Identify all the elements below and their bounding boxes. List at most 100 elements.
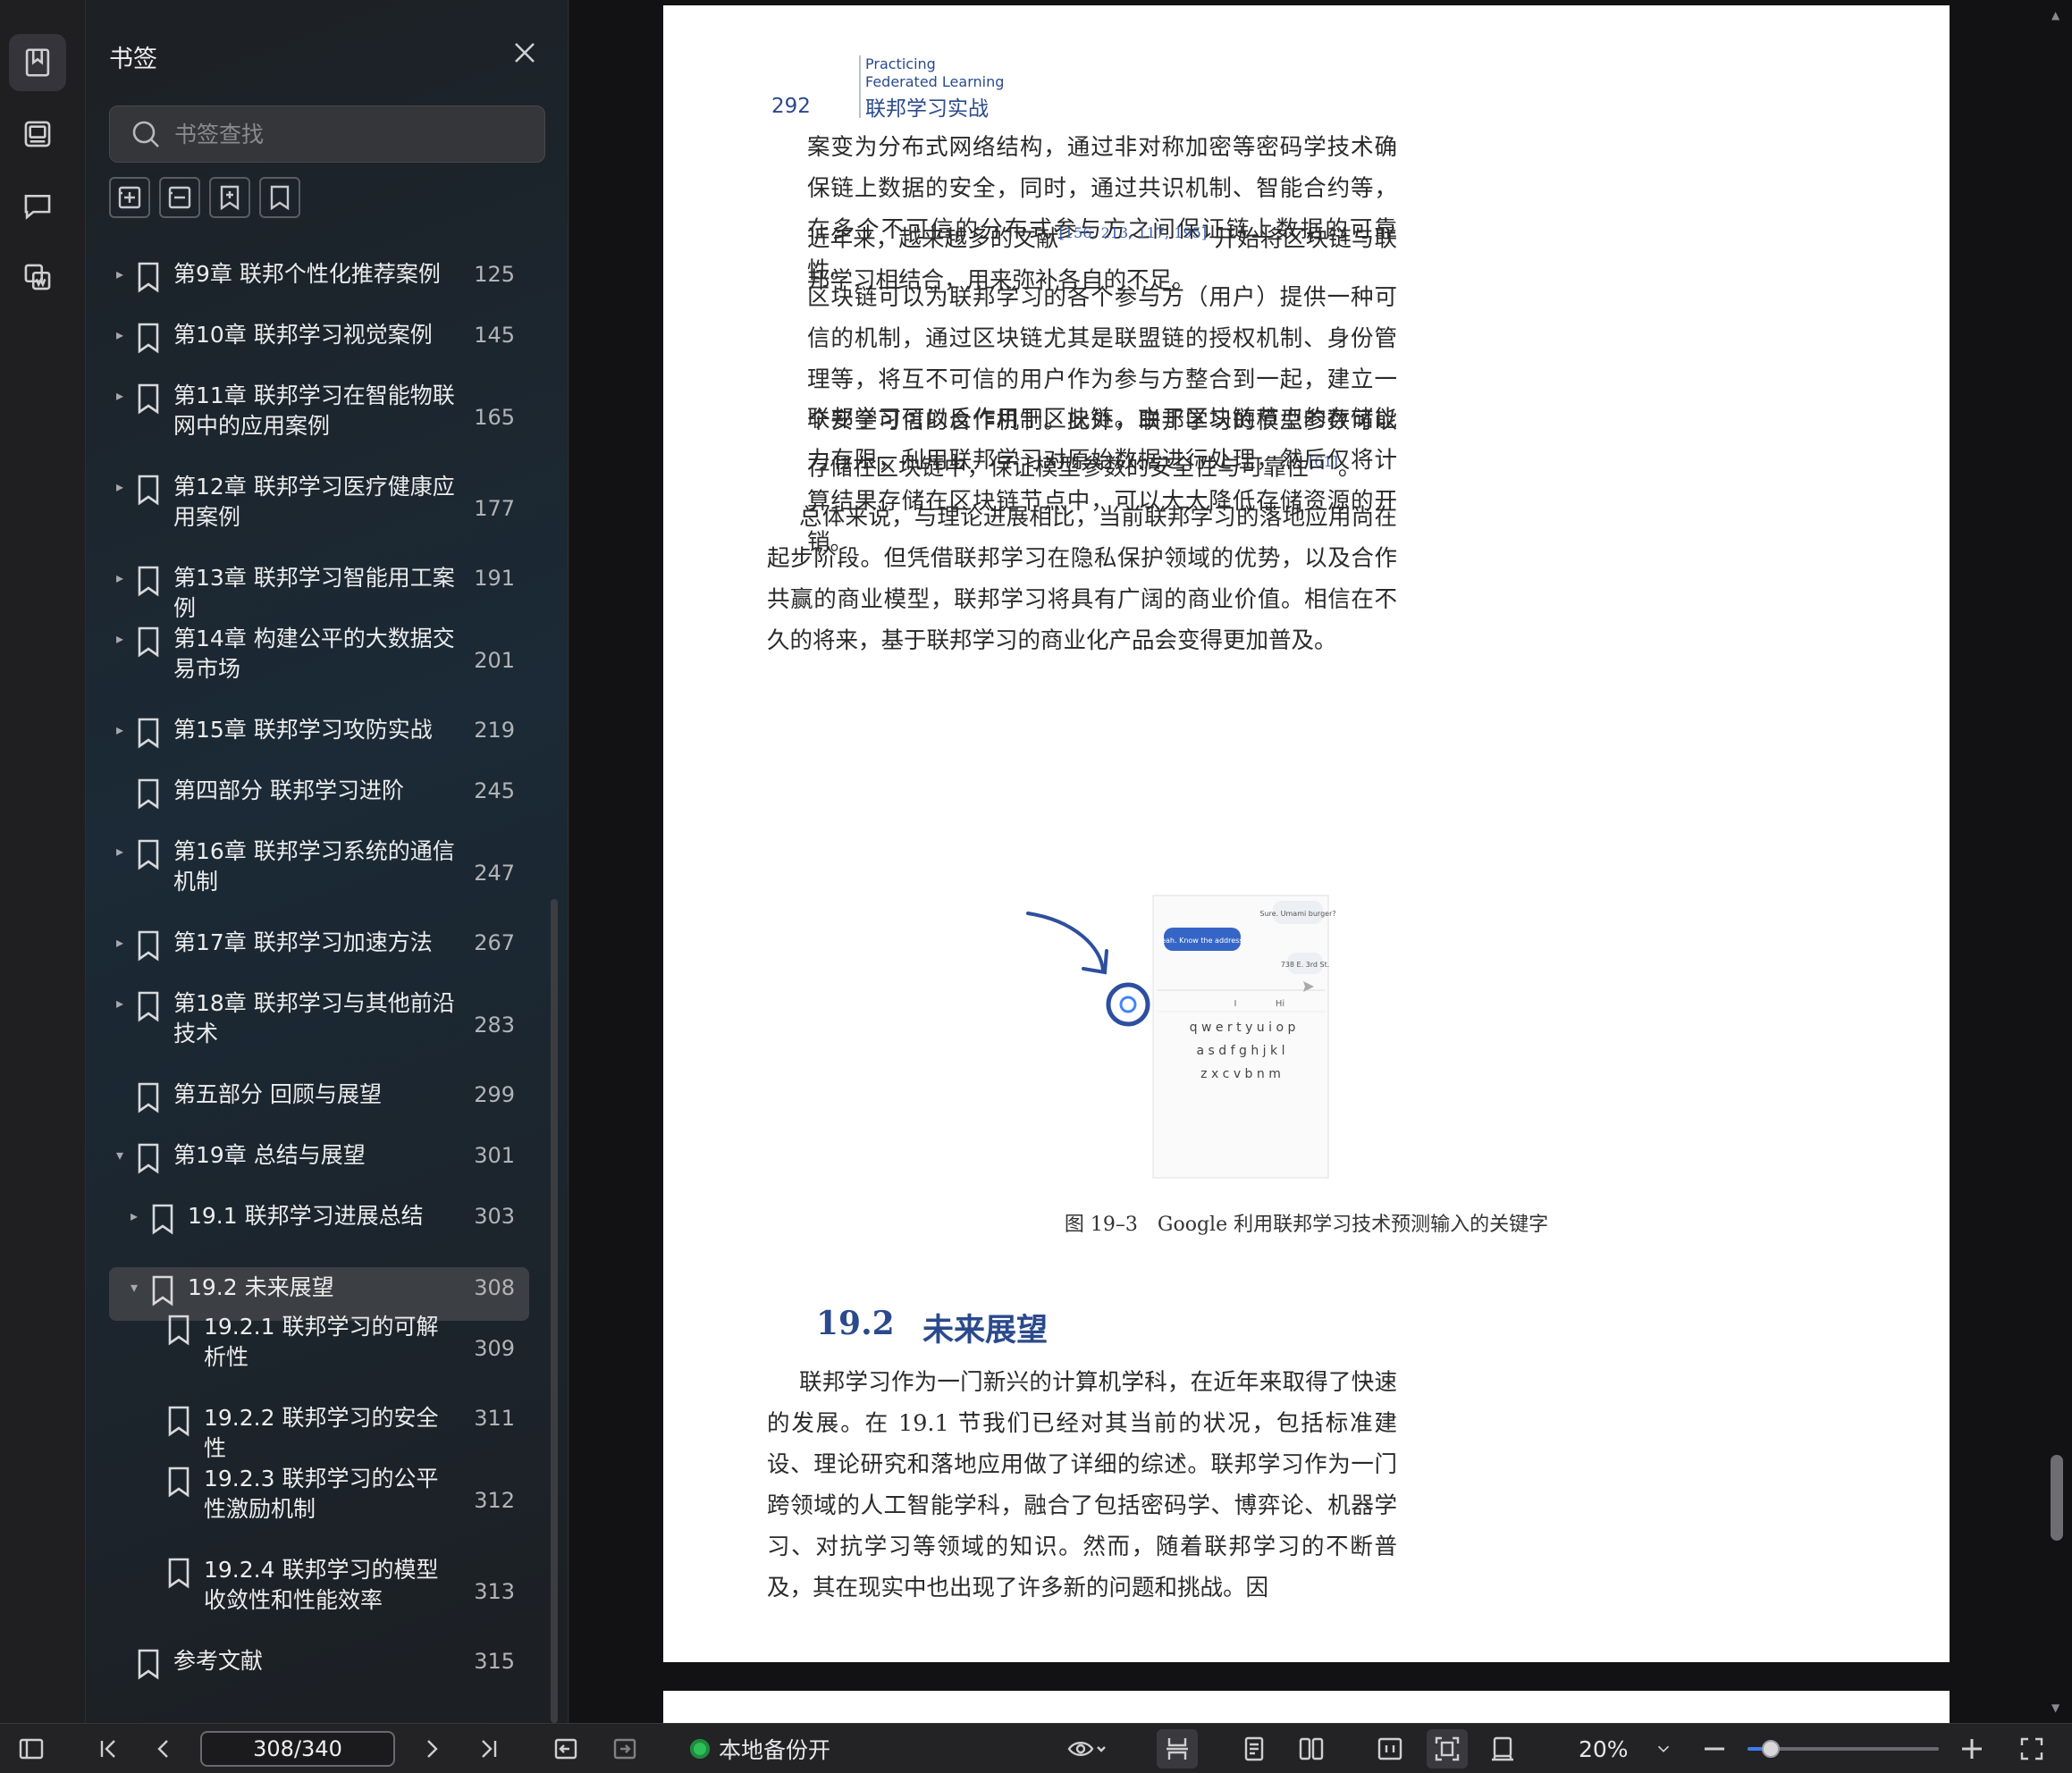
bookmark-panel: 书签 ▸ 第9章 联邦个性化推荐案例 125 ▸ 第10章 联邦学习视觉案例 145 ▸ 第1… bbox=[86, 0, 569, 1723]
expand-toggle-icon[interactable]: ▸ bbox=[109, 836, 131, 867]
bookmark-item[interactable]: ▸ 第18章 联邦学习与其他前沿技术 283 bbox=[109, 988, 529, 1080]
zoom-level[interactable]: 20% bbox=[1579, 1724, 1629, 1773]
bookmark-item[interactable]: 19.2.1 联邦学习的可解析性 309 bbox=[109, 1312, 529, 1403]
bookmark-item[interactable]: ▸ 第13章 联邦学习智能用工案例 191 bbox=[109, 563, 529, 624]
chat-bubble-text: 738 E. 3rd St. bbox=[1281, 961, 1330, 969]
last-page-button[interactable] bbox=[470, 1724, 508, 1773]
expand-all-button[interactable] bbox=[109, 177, 150, 218]
bookmark-toolbar bbox=[109, 177, 300, 218]
bookmark-icon bbox=[25, 48, 50, 77]
expand-toggle-icon[interactable]: ▸ bbox=[109, 381, 131, 411]
two-page-button[interactable] bbox=[1293, 1724, 1330, 1773]
scroll-up-arrow-icon[interactable]: ▲ bbox=[2051, 9, 2059, 21]
text: 近年来，越来越多的文献 bbox=[807, 225, 1059, 253]
bookmark-item[interactable]: ▸ 第17章 联邦学习加速方法 267 bbox=[109, 928, 529, 988]
bookmark-icon bbox=[134, 381, 163, 416]
zoom-out-button[interactable] bbox=[1697, 1724, 1732, 1773]
expand-toggle-icon[interactable]: ▸ bbox=[109, 259, 131, 290]
back-icon bbox=[554, 1738, 577, 1760]
bookmark-tab-button[interactable] bbox=[9, 34, 66, 91]
bookmark-item[interactable]: ▸ 第9章 联邦个性化推荐案例 125 bbox=[109, 259, 529, 320]
outline-tab-button[interactable] bbox=[9, 248, 66, 306]
bookmark-page-number: 191 bbox=[474, 566, 515, 591]
zoom-value: 20% bbox=[1579, 1735, 1629, 1762]
section-title: 未来展望 bbox=[922, 1313, 1049, 1349]
bookmark-label: 第10章 联邦学习视觉案例 bbox=[173, 322, 433, 348]
keyboard-figure: Sure. Umami burger? Yeah. Know the addre… bbox=[1026, 895, 1336, 1179]
expand-toggle-icon[interactable]: ▸ bbox=[109, 928, 131, 958]
fullscreen-button[interactable] bbox=[2013, 1724, 2051, 1773]
expand-toggle-icon[interactable]: ▸ bbox=[109, 472, 131, 502]
bookmark-item[interactable]: ▸ 第16章 联邦学习系统的通信机制 247 bbox=[109, 836, 529, 928]
scroll-down-arrow-icon[interactable]: ▼ bbox=[2051, 1702, 2059, 1714]
bookmark-item[interactable]: ▸ 第15章 联邦学习攻防实战 219 bbox=[109, 715, 529, 776]
view-mode-dropdown[interactable] bbox=[1058, 1724, 1116, 1773]
next-page-button[interactable] bbox=[413, 1724, 451, 1773]
expand-toggle-icon[interactable]: ▾ bbox=[109, 1140, 131, 1171]
bookmark-outline-icon bbox=[270, 185, 290, 211]
citation[interactable]: [156, 213, 117, 195] bbox=[1059, 224, 1207, 241]
single-page-button[interactable] bbox=[1235, 1724, 1273, 1773]
expand-toggle-icon[interactable]: ▸ bbox=[109, 988, 131, 1019]
expand-toggle-icon[interactable]: ▸ bbox=[123, 1201, 145, 1231]
panel-scrollbar[interactable] bbox=[551, 899, 558, 1723]
bookmark-button[interactable] bbox=[259, 177, 300, 218]
navigate-forward-button[interactable] bbox=[606, 1724, 644, 1773]
zoom-in-button[interactable] bbox=[1954, 1724, 1990, 1773]
bookmark-item[interactable]: ▸ 第12章 联邦学习医疗健康应用案例 177 bbox=[109, 472, 529, 563]
bookmark-item[interactable]: 参考文献 315 bbox=[109, 1646, 529, 1707]
page-number-field[interactable] bbox=[200, 1731, 395, 1767]
collapse-all-button[interactable] bbox=[159, 177, 200, 218]
bookmark-item[interactable]: ▸ 第11章 联邦学习在智能物联网中的应用案例 165 bbox=[109, 381, 529, 472]
bookmark-page-number: 283 bbox=[474, 1013, 515, 1038]
highlight-circle bbox=[1106, 982, 1150, 1027]
bookmark-icon bbox=[134, 715, 163, 751]
suggestion: I bbox=[1234, 999, 1237, 1009]
toggle-sidebar-button[interactable] bbox=[13, 1724, 50, 1773]
expand-toggle-icon[interactable]: ▾ bbox=[123, 1273, 145, 1303]
bookmark-item[interactable]: ▸ 第10章 联邦学习视觉案例 145 bbox=[109, 320, 529, 381]
zoom-dropdown-button[interactable] bbox=[1650, 1724, 1677, 1773]
bookmark-item[interactable]: 第五部分 回顾与展望 299 bbox=[109, 1080, 529, 1140]
bookmark-icon bbox=[164, 1555, 193, 1591]
bookmark-page-number: 201 bbox=[474, 648, 515, 673]
bookmark-item[interactable]: 19.2.3 联邦学习的公平性激励机制 312 bbox=[109, 1464, 529, 1555]
first-page-button[interactable] bbox=[89, 1724, 127, 1773]
fit-width-button[interactable] bbox=[1371, 1724, 1409, 1773]
fit-page-button[interactable] bbox=[1427, 1729, 1468, 1769]
bookmark-label: 19.2 未来展望 bbox=[188, 1274, 334, 1300]
bookmark-page-number: 311 bbox=[474, 1406, 515, 1431]
figure-caption: 图 19–3 Google 利用联邦学习技术预测输入的关键字 bbox=[1064, 1214, 1549, 1236]
annotation-tab-button[interactable] bbox=[9, 177, 66, 234]
bookmark-icon bbox=[148, 1273, 177, 1308]
navigate-back-button[interactable] bbox=[547, 1724, 585, 1773]
bookmark-label: 19.2.4 联邦学习的模型收敛性和性能效率 bbox=[204, 1557, 439, 1613]
first-page-icon bbox=[100, 1740, 115, 1758]
fit-page-icon bbox=[1435, 1736, 1460, 1761]
plus-icon bbox=[1962, 1739, 1982, 1759]
rotate-page-button[interactable] bbox=[1484, 1724, 1521, 1773]
bookmark-page-number: 309 bbox=[474, 1336, 515, 1361]
close-panel-button[interactable] bbox=[510, 38, 540, 68]
previous-page-button[interactable] bbox=[145, 1724, 182, 1773]
zoom-slider-thumb[interactable] bbox=[1761, 1740, 1780, 1758]
bookmark-search-input[interactable] bbox=[174, 121, 514, 147]
bookmark-item[interactable]: ▾ 第19章 总结与展望 301 bbox=[109, 1140, 529, 1201]
continuous-scroll-button[interactable] bbox=[1157, 1729, 1198, 1769]
expand-toggle-icon[interactable]: ▸ bbox=[109, 563, 131, 593]
backup-status[interactable]: 本地备份开 bbox=[690, 1724, 830, 1773]
document-scrollbar-thumb[interactable] bbox=[2051, 1455, 2063, 1541]
bookmark-item[interactable]: 19.2.4 联邦学习的模型收敛性和性能效率 313 bbox=[109, 1555, 529, 1646]
bookmark-item[interactable]: 第四部分 联邦学习进阶 245 bbox=[109, 776, 529, 836]
backup-label: 本地备份开 bbox=[719, 1737, 831, 1763]
bookmark-icon bbox=[134, 836, 163, 872]
bookmark-item[interactable]: ▸ 第14章 构建公平的大数据交易市场 201 bbox=[109, 624, 529, 715]
bookmark-item[interactable]: 19.2.2 联邦学习的安全性 311 bbox=[109, 1403, 529, 1464]
expand-toggle-icon[interactable]: ▸ bbox=[109, 320, 131, 350]
bookmark-icon bbox=[134, 776, 163, 811]
thumbnail-tab-button[interactable] bbox=[9, 105, 66, 163]
expand-toggle-icon[interactable]: ▸ bbox=[109, 624, 131, 654]
add-bookmark-button[interactable] bbox=[209, 177, 250, 218]
expand-toggle-icon[interactable]: ▸ bbox=[109, 715, 131, 745]
bookmark-item[interactable]: ▸ 19.1 联邦学习进展总结 303 bbox=[109, 1201, 529, 1262]
